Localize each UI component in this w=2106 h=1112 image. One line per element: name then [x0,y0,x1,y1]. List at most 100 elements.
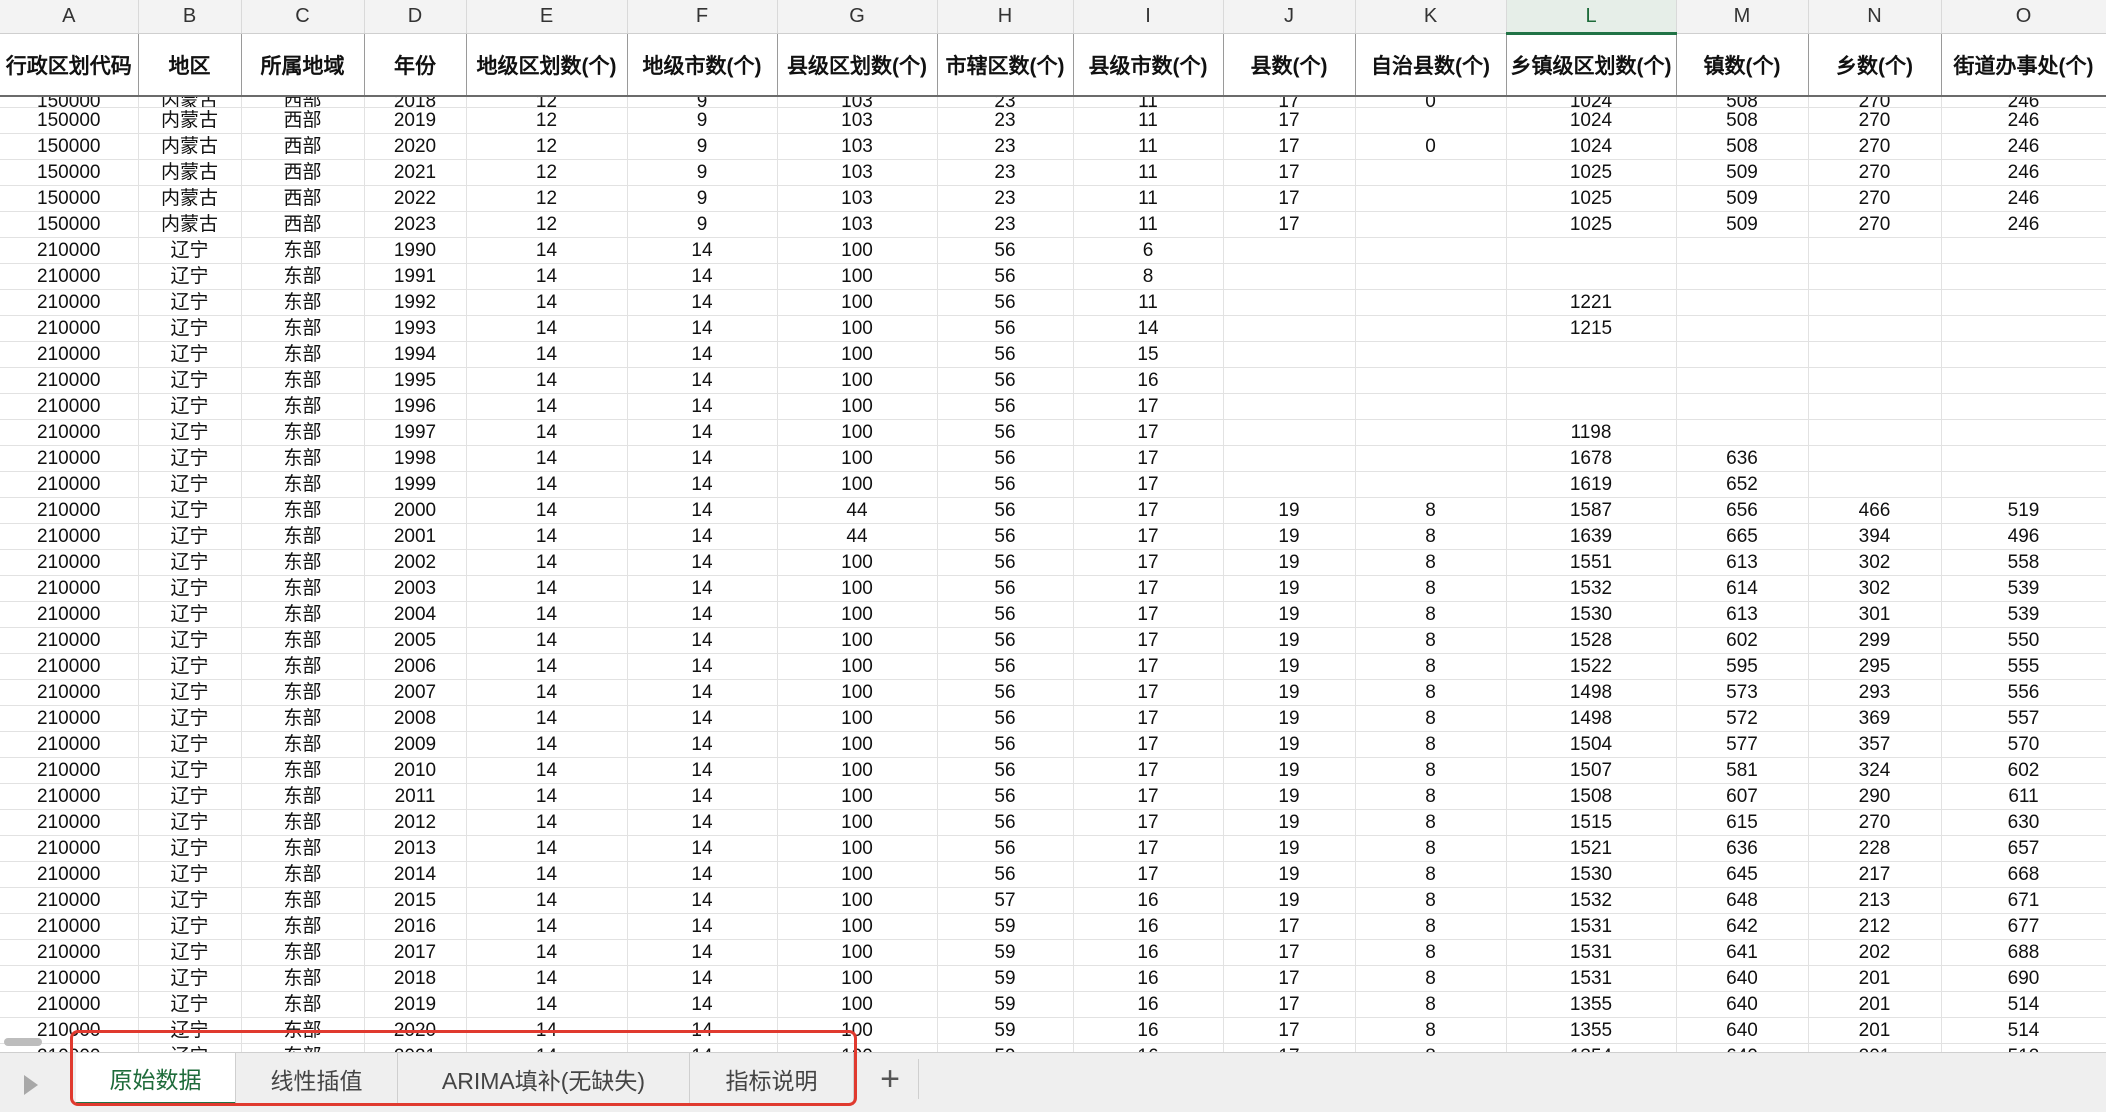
table-cell[interactable]: 14 [466,965,628,992]
table-cell[interactable]: 14 [466,497,628,524]
table-cell[interactable]: 246 [1941,96,2106,108]
table-cell[interactable]: 17 [1223,211,1356,238]
table-cell[interactable]: 56 [937,315,1074,342]
table-cell[interactable] [1808,367,1942,394]
table-cell[interactable] [1676,393,1809,420]
table-cell[interactable]: 1025 [1506,185,1677,212]
table-cell[interactable]: 8 [1355,913,1507,940]
table-cell[interactable]: 辽宁 [138,237,242,264]
table-cell[interactable]: 556 [1941,679,2106,706]
table-cell[interactable]: 210000 [0,549,139,576]
table-cell[interactable]: 8 [1355,731,1507,758]
table-cell[interactable]: 2020 [364,1017,467,1044]
table-cell[interactable] [1941,367,2106,394]
table-cell[interactable]: 270 [1808,809,1942,836]
table-cell[interactable]: 14 [627,809,778,836]
table-cell[interactable]: 1024 [1506,107,1677,134]
table-cell[interactable]: 1532 [1506,575,1677,602]
table-cell[interactable]: 1354 [1506,1043,1677,1052]
table-cell[interactable]: 357 [1808,731,1942,758]
table-cell[interactable]: 210000 [0,393,139,420]
table-cell[interactable]: 19 [1223,887,1356,914]
table-cell[interactable]: 213 [1808,887,1942,914]
column-letter-a[interactable]: A [0,0,139,34]
table-cell[interactable]: 103 [777,211,938,238]
column-letter-n[interactable]: N [1808,0,1942,34]
table-cell[interactable]: 59 [937,965,1074,992]
table-cell[interactable] [1808,445,1942,472]
table-cell[interactable]: 8 [1355,1043,1507,1052]
table-cell[interactable]: 690 [1941,965,2106,992]
table-cell[interactable]: 210000 [0,315,139,342]
table-cell[interactable]: 1355 [1506,991,1677,1018]
table-cell[interactable] [1941,341,2106,368]
column-header[interactable]: 年份 [364,33,467,97]
table-cell[interactable]: 8 [1355,757,1507,784]
table-cell[interactable]: 100 [777,705,938,732]
table-cell[interactable]: 东部 [241,861,365,888]
table-cell[interactable]: 210000 [0,497,139,524]
table-cell[interactable]: 210000 [0,757,139,784]
table-cell[interactable]: 东部 [241,549,365,576]
table-cell[interactable] [1941,237,2106,264]
table-cell[interactable]: 514 [1941,1017,2106,1044]
table-cell[interactable]: 324 [1808,757,1942,784]
table-cell[interactable]: 103 [777,107,938,134]
table-cell[interactable]: 辽宁 [138,939,242,966]
table-cell[interactable]: 1498 [1506,679,1677,706]
table-cell[interactable]: 辽宁 [138,445,242,472]
table-cell[interactable]: 614 [1676,575,1809,602]
table-cell[interactable]: 14 [627,731,778,758]
table-cell[interactable]: 东部 [241,835,365,862]
table-cell[interactable]: 西部 [241,96,365,108]
table-cell[interactable]: 2014 [364,861,467,888]
table-cell[interactable]: 150000 [0,211,139,238]
table-cell[interactable]: 15 [1073,341,1224,368]
table-cell[interactable]: 210000 [0,445,139,472]
table-cell[interactable]: 270 [1808,159,1942,186]
table-cell[interactable]: 14 [627,653,778,680]
table-cell[interactable] [1506,367,1677,394]
table-cell[interactable]: 辽宁 [138,471,242,498]
table-cell[interactable]: 100 [777,679,938,706]
table-cell[interactable]: 100 [777,757,938,784]
table-cell[interactable]: 东部 [241,783,365,810]
table-cell[interactable]: 56 [937,263,1074,290]
table-cell[interactable]: 210000 [0,731,139,758]
table-cell[interactable]: 14 [627,861,778,888]
table-cell[interactable]: 270 [1808,133,1942,160]
table-cell[interactable]: 2022 [364,185,467,212]
table-cell[interactable]: 210000 [0,341,139,368]
table-cell[interactable]: 59 [937,913,1074,940]
table-cell[interactable]: 辽宁 [138,809,242,836]
table-cell[interactable]: 17 [1223,1043,1356,1052]
table-cell[interactable]: 辽宁 [138,965,242,992]
table-cell[interactable]: 8 [1355,1017,1507,1044]
table-cell[interactable]: 14 [466,627,628,654]
column-header[interactable]: 镇数(个) [1676,33,1809,97]
table-cell[interactable] [1355,107,1507,134]
table-cell[interactable]: 100 [777,991,938,1018]
table-cell[interactable]: 19 [1223,523,1356,550]
table-cell[interactable] [1355,263,1507,290]
table-cell[interactable]: 1619 [1506,471,1677,498]
table-cell[interactable]: 8 [1355,627,1507,654]
table-cell[interactable]: 辽宁 [138,627,242,654]
table-cell[interactable]: 508 [1676,96,1809,108]
table-cell[interactable]: 19 [1223,653,1356,680]
table-cell[interactable]: 东部 [241,419,365,446]
table-cell[interactable]: 19 [1223,601,1356,628]
table-cell[interactable]: 2019 [364,991,467,1018]
table-cell[interactable] [1808,419,1942,446]
table-cell[interactable]: 东部 [241,575,365,602]
table-cell[interactable]: 西部 [241,185,365,212]
table-cell[interactable]: 17 [1073,419,1224,446]
column-header[interactable]: 所属地域 [241,33,365,97]
table-cell[interactable]: 210000 [0,679,139,706]
table-cell[interactable]: 2009 [364,731,467,758]
table-cell[interactable]: 17 [1073,601,1224,628]
table-cell[interactable]: 东部 [241,471,365,498]
table-cell[interactable] [1676,341,1809,368]
table-cell[interactable] [1506,263,1677,290]
table-cell[interactable]: 17 [1223,133,1356,160]
